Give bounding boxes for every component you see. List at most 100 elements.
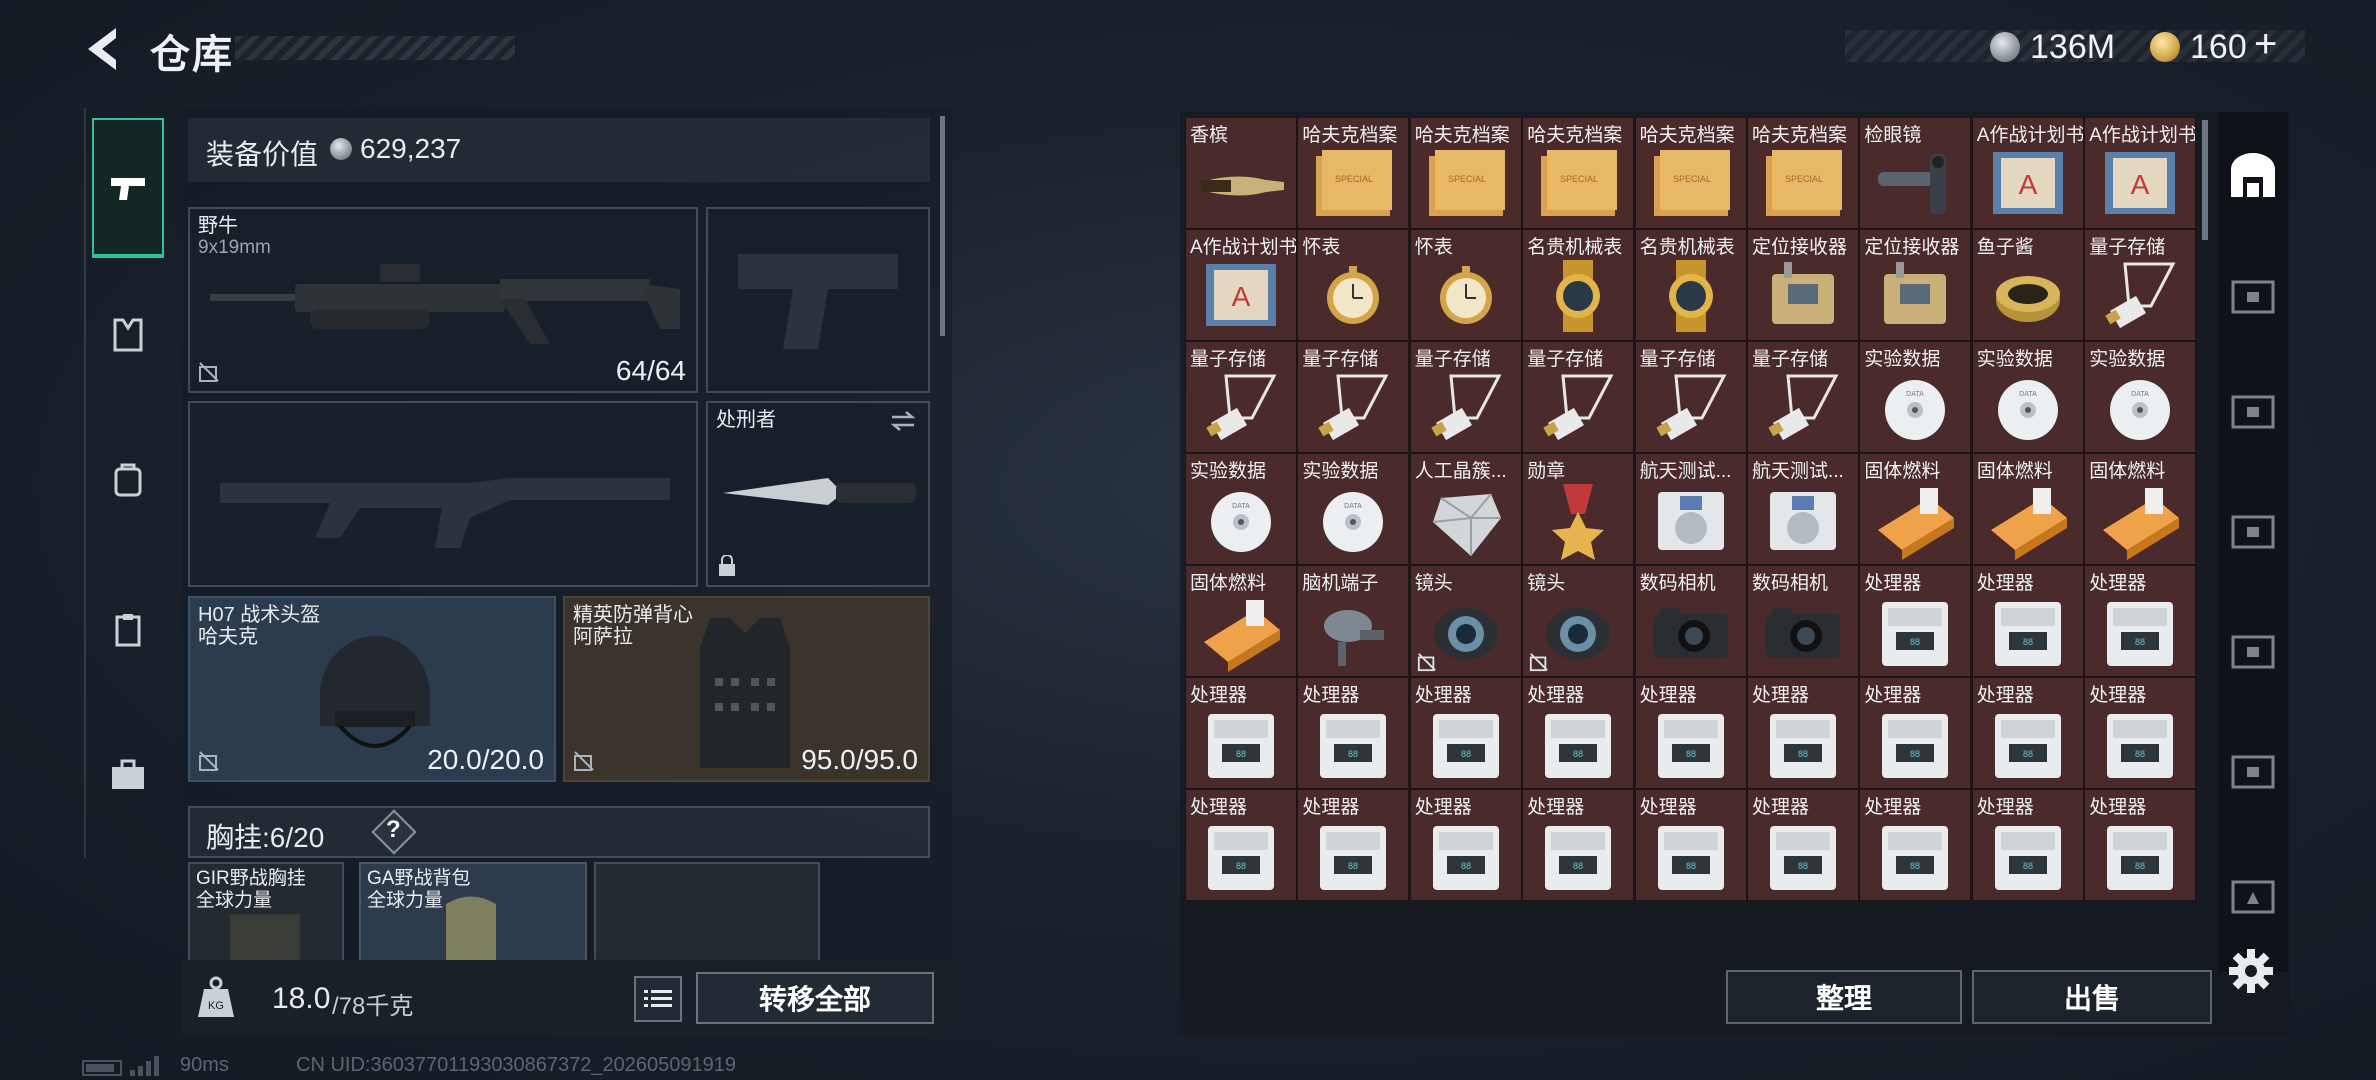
help-icon[interactable]: ? bbox=[386, 816, 401, 844]
warehouse-item[interactable]: 定位接收器 bbox=[1859, 229, 1972, 341]
svg-text:DATA: DATA bbox=[2019, 391, 2037, 398]
warehouse-item[interactable]: 处理器 88 bbox=[1409, 677, 1522, 789]
warehouse-item[interactable]: 名贵机械表 bbox=[1522, 229, 1635, 341]
warehouse-item[interactable]: 镜头 bbox=[1409, 565, 1522, 677]
nav-backpack-tab[interactable] bbox=[92, 435, 164, 525]
warehouse-item[interactable]: 名贵机械表 bbox=[1634, 229, 1747, 341]
warehouse-item[interactable]: 固体燃料 bbox=[1185, 565, 1297, 677]
warehouse-item[interactable]: 处理器 88 bbox=[1297, 789, 1410, 901]
warehouse-item[interactable]: 哈夫克档案 SPECIAL bbox=[1634, 117, 1747, 229]
add-currency-button[interactable]: + bbox=[2254, 22, 2277, 67]
warehouse-item[interactable]: 量子存储 bbox=[1185, 341, 1297, 453]
warehouse-item[interactable]: 实验数据 DATA bbox=[1859, 341, 1972, 453]
warehouse-item[interactable]: 处理器 88 bbox=[1634, 789, 1747, 901]
warehouse-item[interactable]: 处理器 88 bbox=[1971, 677, 2084, 789]
warehouse-item[interactable]: 实验数据 DATA bbox=[1297, 453, 1410, 565]
warehouse-item[interactable]: 固体燃料 bbox=[1859, 453, 1972, 565]
backpack-slot[interactable]: GA野战背包 全球力量 bbox=[359, 862, 587, 964]
rig-slot[interactable]: GIR野战胸挂 全球力量 bbox=[188, 862, 344, 964]
warehouse-item[interactable]: 哈夫克档案 SPECIAL bbox=[1747, 117, 1859, 229]
primary-weapon-slot[interactable]: 野牛 9x19mm 64/64 bbox=[188, 207, 698, 393]
warehouse-scrollbar[interactable] bbox=[2202, 120, 2208, 240]
warehouse-item[interactable]: 数码相机 bbox=[1634, 565, 1747, 677]
tab-storage-6[interactable] bbox=[2222, 860, 2284, 930]
nav-case-tab[interactable] bbox=[92, 730, 164, 820]
nav-rig-tab[interactable] bbox=[92, 585, 164, 675]
sell-button[interactable]: 出售 bbox=[1972, 970, 2212, 1024]
warehouse-item[interactable]: 处理器 88 bbox=[1971, 789, 2084, 901]
warehouse-item[interactable]: 处理器 88 bbox=[2084, 677, 2197, 789]
nav-armor-tab[interactable] bbox=[92, 290, 164, 380]
warehouse-item[interactable]: 量子存储 bbox=[1297, 341, 1410, 453]
tab-storage-2[interactable] bbox=[2222, 375, 2284, 445]
warehouse-item[interactable]: 固体燃料 bbox=[2084, 453, 2197, 565]
warehouse-item[interactable]: A作战计划书 A bbox=[1185, 229, 1297, 341]
warehouse-item[interactable]: 处理器 88 bbox=[1971, 565, 2084, 677]
warehouse-item[interactable]: 香槟 bbox=[1185, 117, 1297, 229]
melee-slot[interactable]: 处刑者 bbox=[706, 401, 930, 587]
warehouse-item[interactable]: 数码相机 bbox=[1747, 565, 1859, 677]
warehouse-item[interactable]: 鱼子酱 bbox=[1971, 229, 2084, 341]
transfer-all-button[interactable]: 转移全部 bbox=[696, 972, 934, 1024]
warehouse-item[interactable]: 量子存储 bbox=[1409, 341, 1522, 453]
equipment-scrollbar[interactable] bbox=[940, 116, 945, 336]
list-view-button[interactable] bbox=[634, 976, 682, 1022]
warehouse-item[interactable]: 航天测试... bbox=[1634, 453, 1747, 565]
warehouse-item[interactable]: A作战计划书 A bbox=[1971, 117, 2084, 229]
tab-storage-3[interactable] bbox=[2222, 495, 2284, 565]
warehouse-item[interactable]: 处理器 88 bbox=[1859, 565, 1972, 677]
warehouse-item[interactable]: 定位接收器 bbox=[1747, 229, 1859, 341]
warehouse-item[interactable]: 检眼镜 bbox=[1859, 117, 1972, 229]
warehouse-item[interactable]: 脑机端子 bbox=[1297, 565, 1410, 677]
sort-button[interactable]: 整理 bbox=[1726, 970, 1962, 1024]
svg-text:88: 88 bbox=[1348, 861, 1358, 871]
warehouse-item[interactable]: 处理器 88 bbox=[1522, 789, 1635, 901]
warehouse-item[interactable]: 处理器 88 bbox=[1747, 677, 1859, 789]
warehouse-item[interactable]: 实验数据 DATA bbox=[1971, 341, 2084, 453]
warehouse-item[interactable]: 实验数据 DATA bbox=[1185, 453, 1297, 565]
tab-storage-5[interactable] bbox=[2222, 735, 2284, 805]
tab-storage-4[interactable] bbox=[2222, 615, 2284, 685]
pistol-slot[interactable] bbox=[706, 207, 930, 393]
warehouse-grid[interactable]: 香槟 哈夫克档案 SPECIAL 哈夫克档案 SPECIAL 哈夫克档案 SPECIAL 哈夫… bbox=[1185, 117, 2197, 957]
back-arrow-icon[interactable] bbox=[80, 24, 130, 74]
warehouse-item[interactable]: 实验数据 DATA bbox=[2084, 341, 2197, 453]
warehouse-item[interactable]: 量子存储 bbox=[1747, 341, 1859, 453]
warehouse-item[interactable]: A作战计划书 A bbox=[2084, 117, 2197, 229]
warehouse-item[interactable]: 哈夫克档案 SPECIAL bbox=[1297, 117, 1410, 229]
warehouse-item[interactable]: 处理器 88 bbox=[1859, 789, 1972, 901]
warehouse-item[interactable]: 处理器 88 bbox=[1185, 677, 1297, 789]
warehouse-item[interactable]: 处理器 88 bbox=[1747, 789, 1859, 901]
warehouse-item[interactable]: 哈夫克档案 SPECIAL bbox=[1409, 117, 1522, 229]
settings-gear-icon[interactable] bbox=[2228, 948, 2274, 994]
warehouse-item[interactable]: 处理器 88 bbox=[2084, 789, 2197, 901]
warehouse-item[interactable]: 量子存储 bbox=[2084, 229, 2197, 341]
warehouse-item[interactable]: 处理器 88 bbox=[1522, 677, 1635, 789]
warehouse-item[interactable]: 怀表 bbox=[1297, 229, 1410, 341]
warehouse-item[interactable]: 固体燃料 bbox=[1971, 453, 2084, 565]
warehouse-item[interactable]: 处理器 88 bbox=[1409, 789, 1522, 901]
warehouse-item[interactable]: 处理器 88 bbox=[1297, 677, 1410, 789]
warehouse-item[interactable]: 哈夫克档案 SPECIAL bbox=[1522, 117, 1635, 229]
tab-main-warehouse[interactable] bbox=[2222, 140, 2284, 210]
secondary-weapon-slot[interactable] bbox=[188, 401, 698, 587]
warehouse-item[interactable]: 航天测试... bbox=[1747, 453, 1859, 565]
swap-icon[interactable] bbox=[888, 409, 918, 433]
warehouse-item[interactable]: 人工晶簇... bbox=[1409, 453, 1522, 565]
warehouse-item[interactable]: 勋章 bbox=[1522, 453, 1635, 565]
ophthalmoscope-icon bbox=[1878, 154, 1947, 214]
rifle-placeholder-icon bbox=[220, 478, 670, 548]
warehouse-item[interactable]: 量子存储 bbox=[1634, 341, 1747, 453]
warehouse-item[interactable]: 处理器 88 bbox=[1634, 677, 1747, 789]
tab-storage-1[interactable] bbox=[2222, 260, 2284, 330]
warehouse-item[interactable]: 怀表 bbox=[1409, 229, 1522, 341]
helmet-slot[interactable]: H07 战术头盔 哈夫克 20.0/20.0 bbox=[188, 596, 556, 782]
nav-weapons-tab[interactable] bbox=[92, 118, 164, 258]
warehouse-item[interactable]: 处理器 88 bbox=[2084, 565, 2197, 677]
warehouse-item[interactable]: 量子存储 bbox=[1522, 341, 1635, 453]
warehouse-item[interactable]: 镜头 bbox=[1522, 565, 1635, 677]
warehouse-item[interactable]: 处理器 88 bbox=[1859, 677, 1972, 789]
armor-slot[interactable]: 精英防弹背心 阿萨拉 95.0/95.0 bbox=[563, 596, 930, 782]
warehouse-item[interactable]: 处理器 88 bbox=[1185, 789, 1297, 901]
empty-container-slot[interactable] bbox=[594, 862, 820, 962]
